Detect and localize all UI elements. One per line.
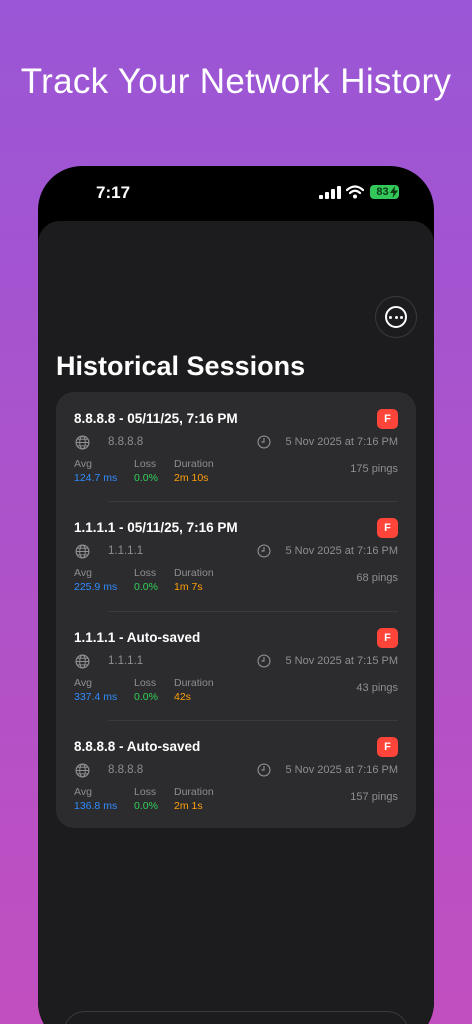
loss-label: Loss [134, 676, 157, 689]
clock-icon [257, 544, 271, 558]
promo-headline: Track Your Network History [20, 62, 452, 101]
session-badge: F [377, 736, 398, 757]
session-name: 1.1.1.1 - 05/11/25, 7:16 PM [74, 520, 238, 536]
session-badge: F [377, 518, 398, 539]
avg-label: Avg [74, 785, 92, 798]
session-host: 8.8.8.8 [108, 763, 144, 776]
loss-value: 0.0% [134, 690, 158, 703]
clock-icon [257, 653, 271, 668]
session-timestamp: 5 Nov 2025 at 7:16 PM [285, 763, 398, 776]
session-badge: F [377, 409, 398, 429]
globe-icon [75, 435, 90, 450]
search-bar[interactable] [63, 1011, 409, 1024]
avg-value: 124.7 ms [74, 472, 118, 484]
session-host: 1.1.1.1 [108, 545, 144, 558]
ping-count: 175 pings [350, 463, 398, 475]
session-row[interactable]: 1.1.1.1 - Auto-saved F 1.1.1.1 5 Nov 202… [74, 610, 398, 720]
duration-value: 2m 10s [174, 472, 209, 484]
status-bar: 7:17 83 [38, 166, 434, 220]
ellipsis-circle-icon [385, 306, 407, 328]
session-badge: F [377, 627, 398, 648]
clock-icon [257, 435, 271, 449]
loss-label: Loss [134, 458, 157, 470]
loss-label: Loss [134, 567, 157, 580]
globe-icon [75, 763, 90, 778]
session-host: 8.8.8.8 [108, 436, 144, 448]
duration-label: Duration [174, 785, 214, 798]
duration-value: 1m 7s [174, 581, 203, 594]
session-timestamp: 5 Nov 2025 at 7:16 PM [285, 545, 398, 558]
clock-icon [257, 763, 271, 777]
charging-bolt-icon [390, 186, 398, 198]
loss-label: Loss [134, 785, 157, 798]
globe-icon [75, 544, 90, 559]
cellular-signal-icon [319, 186, 341, 199]
duration-value: 2m 1s [174, 799, 203, 812]
session-timestamp: 5 Nov 2025 at 7:16 PM [285, 436, 398, 448]
session-row[interactable]: 8.8.8.8 - Auto-saved F 8.8.8.8 5 Nov 202… [74, 719, 398, 829]
ping-count: 68 pings [356, 572, 398, 585]
more-options-button[interactable] [375, 296, 417, 338]
avg-value: 225.9 ms [74, 581, 118, 594]
duration-label: Duration [174, 458, 214, 470]
ping-count: 157 pings [350, 790, 398, 803]
session-row[interactable]: 8.8.8.8 - 05/11/25, 7:16 PM F 8.8.8.8 5 … [74, 392, 398, 501]
session-list: 8.8.8.8 - 05/11/25, 7:16 PM F 8.8.8.8 5 … [56, 392, 416, 828]
avg-label: Avg [74, 567, 92, 580]
sessions-sheet: Historical Sessions 8.8.8.8 - 05/11/25, … [38, 221, 434, 1024]
duration-label: Duration [174, 676, 214, 689]
session-timestamp: 5 Nov 2025 at 7:15 PM [285, 654, 398, 667]
ping-count: 43 pings [356, 681, 398, 694]
session-name: 8.8.8.8 - Auto-saved [74, 738, 201, 754]
duration-label: Duration [174, 567, 214, 580]
duration-value: 42s [174, 690, 191, 703]
phone-frame: 7:17 83 Historical Sessions 8.8.8.8 - 05… [38, 166, 434, 1024]
session-name: 8.8.8.8 - 05/11/25, 7:16 PM [74, 411, 238, 426]
loss-value: 0.0% [134, 472, 158, 484]
avg-value: 136.8 ms [74, 799, 118, 812]
globe-icon [75, 654, 90, 668]
avg-label: Avg [74, 458, 92, 470]
status-time: 7:17 [96, 183, 131, 202]
session-row[interactable]: 1.1.1.1 - 05/11/25, 7:16 PM F 1.1.1.1 5 … [74, 501, 398, 610]
avg-value: 337.4 ms [74, 690, 118, 703]
loss-value: 0.0% [134, 799, 158, 812]
avg-label: Avg [74, 676, 92, 689]
wifi-icon [346, 185, 364, 199]
session-host: 1.1.1.1 [108, 654, 144, 667]
loss-value: 0.0% [134, 581, 158, 594]
session-name: 1.1.1.1 - Auto-saved [74, 629, 201, 645]
page-title: Historical Sessions [56, 351, 306, 381]
battery-level: 83 [376, 186, 389, 198]
battery-indicator: 83 [370, 185, 399, 199]
